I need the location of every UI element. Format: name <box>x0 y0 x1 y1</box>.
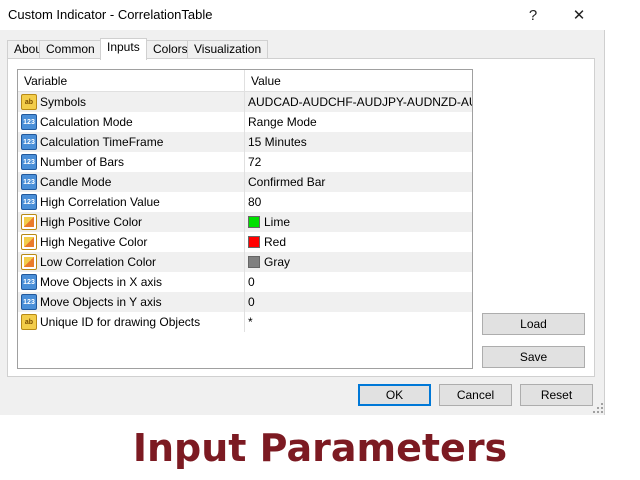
tab-inputs[interactable]: Inputs <box>100 38 147 60</box>
value-text: 72 <box>248 155 262 169</box>
cancel-button[interactable]: Cancel <box>439 384 512 406</box>
string-type-icon: ab <box>21 314 37 330</box>
variable-cell: ab Symbols <box>18 92 245 112</box>
value-text: Lime <box>264 215 291 229</box>
close-button[interactable]: ✕ <box>556 0 602 30</box>
value-cell[interactable]: Range Mode <box>245 112 472 132</box>
save-button[interactable]: Save <box>482 346 585 368</box>
close-icon: ✕ <box>572 7 586 24</box>
grid-row[interactable]: 123 Calculation TimeFrame 15 Minutes <box>18 132 472 152</box>
color-type-icon <box>21 214 37 230</box>
value-text: AUDCAD-AUDCHF-AUDJPY-AUDNZD-AU... <box>248 95 473 109</box>
grid-row[interactable]: ab Unique ID for drawing Objects * <box>18 312 472 332</box>
variable-cell: Low Correlation Color <box>18 252 245 272</box>
title-bar: Custom Indicator - CorrelationTable ? ✕ <box>0 0 605 30</box>
variable-name: Symbols <box>40 95 87 109</box>
variable-cell: 123 Calculation Mode <box>18 112 245 132</box>
string-type-icon: ab <box>21 94 37 110</box>
value-text: 15 Minutes <box>248 135 307 149</box>
resize-grip-icon[interactable] <box>592 402 604 414</box>
value-text: 0 <box>248 275 255 289</box>
value-cell[interactable]: Red <box>245 232 472 252</box>
variable-name: High Negative Color <box>40 235 148 249</box>
grid-row[interactable]: 123 Calculation Mode Range Mode <box>18 112 472 132</box>
number-type-icon: 123 <box>21 294 37 310</box>
value-text: Confirmed Bar <box>248 175 326 189</box>
variable-cell: 123 Candle Mode <box>18 172 245 192</box>
grid-row[interactable]: Low Correlation Color Gray <box>18 252 472 272</box>
value-cell[interactable]: Lime <box>245 212 472 232</box>
help-icon: ? <box>528 6 538 24</box>
color-type-icon <box>21 254 37 270</box>
variable-cell: 123 Calculation TimeFrame <box>18 132 245 152</box>
number-type-icon: 123 <box>21 114 37 130</box>
variable-cell: High Negative Color <box>18 232 245 252</box>
variable-name: Move Objects in X axis <box>40 275 163 289</box>
caption-heading: Input Parameters <box>132 426 508 470</box>
variable-cell: 123 Move Objects in Y axis <box>18 292 245 312</box>
value-text: Red <box>264 235 287 249</box>
tab-common[interactable]: Common <box>39 40 102 59</box>
variable-cell: 123 Number of Bars <box>18 152 245 172</box>
color-swatch <box>248 235 260 248</box>
number-type-icon: 123 <box>21 194 37 210</box>
parameters-grid: Variable Value ab Symbols AUDCAD-AUDCHF-AU… <box>17 69 473 369</box>
color-type-icon <box>21 234 37 250</box>
grid-row[interactable]: High Positive Color Lime <box>18 212 472 232</box>
variable-cell: ab Unique ID for drawing Objects <box>18 312 245 332</box>
value-cell[interactable]: Gray <box>245 252 472 272</box>
value-cell[interactable]: 15 Minutes <box>245 132 472 152</box>
value-text: 0 <box>248 295 255 309</box>
variable-name: High Correlation Value <box>40 195 160 209</box>
help-button[interactable]: ? <box>510 0 556 30</box>
value-text: Gray <box>264 255 291 269</box>
grid-row[interactable]: 123 Number of Bars 72 <box>18 152 472 172</box>
indicator-dialog: Custom Indicator - CorrelationTable ? ✕ … <box>0 0 605 415</box>
tab-visualization[interactable]: Visualization <box>187 40 269 59</box>
variable-column-header[interactable]: Variable <box>18 70 245 92</box>
grid-header: Variable Value <box>18 70 472 92</box>
number-type-icon: 123 <box>21 274 37 290</box>
number-type-icon: 123 <box>21 154 37 170</box>
grid-row[interactable]: High Negative Color Red <box>18 232 472 252</box>
color-swatch <box>248 255 260 268</box>
value-cell[interactable]: * <box>245 312 472 332</box>
reset-button[interactable]: Reset <box>520 384 593 406</box>
grid-row[interactable]: 123 Move Objects in Y axis 0 <box>18 292 472 312</box>
value-cell[interactable]: 80 <box>245 192 472 212</box>
grid-row[interactable]: 123 Candle Mode Confirmed Bar <box>18 172 472 192</box>
ok-button[interactable]: OK <box>358 384 431 406</box>
load-button[interactable]: Load <box>482 313 585 335</box>
value-column-header[interactable]: Value <box>245 70 472 92</box>
variable-name: Number of Bars <box>40 155 125 169</box>
variable-cell: 123 Move Objects in X axis <box>18 272 245 292</box>
variable-cell: High Positive Color <box>18 212 245 232</box>
variable-name: High Positive Color <box>40 215 143 229</box>
value-cell[interactable]: 0 <box>245 272 472 292</box>
variable-name: Calculation TimeFrame <box>40 135 164 149</box>
variable-name: Low Correlation Color <box>40 255 157 269</box>
value-cell[interactable]: 72 <box>245 152 472 172</box>
value-text: * <box>248 315 253 329</box>
number-type-icon: 123 <box>21 174 37 190</box>
grid-row[interactable]: 123 High Correlation Value 80 <box>18 192 472 212</box>
value-text: 80 <box>248 195 262 209</box>
grid-row[interactable]: ab Symbols AUDCAD-AUDCHF-AUDJPY-AUDNZD-AU.… <box>18 92 473 112</box>
variable-cell: 123 High Correlation Value <box>18 192 245 212</box>
variable-name: Unique ID for drawing Objects <box>40 315 201 329</box>
value-cell[interactable]: Confirmed Bar <box>245 172 472 192</box>
grid-row[interactable]: 123 Move Objects in X axis 0 <box>18 272 472 292</box>
window-title: Custom Indicator - CorrelationTable <box>8 7 213 22</box>
variable-name: Calculation Mode <box>40 115 133 129</box>
variable-name: Move Objects in Y axis <box>40 295 162 309</box>
value-text: Range Mode <box>248 115 317 129</box>
value-cell[interactable]: AUDCAD-AUDCHF-AUDJPY-AUDNZD-AU... <box>245 92 473 112</box>
variable-name: Candle Mode <box>40 175 112 189</box>
value-cell[interactable]: 0 <box>245 292 472 312</box>
color-swatch <box>248 215 260 228</box>
number-type-icon: 123 <box>21 134 37 150</box>
